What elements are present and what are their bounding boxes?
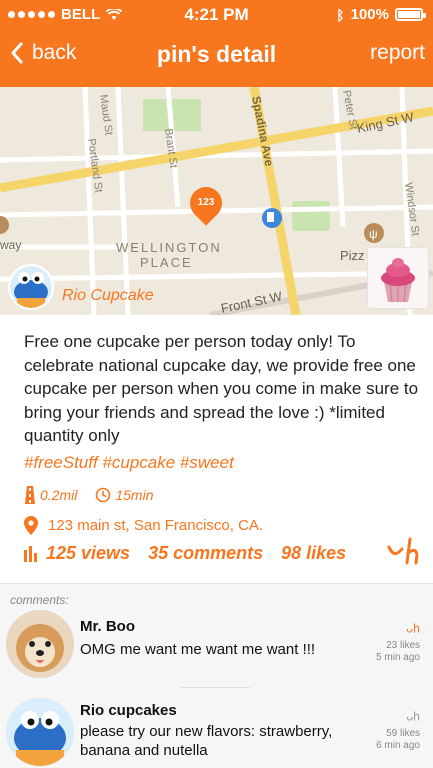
road-icon bbox=[25, 486, 35, 504]
clock-icon bbox=[96, 487, 111, 503]
post-description: Free one cupcake per person today only! … bbox=[24, 332, 419, 445]
street-label: King St W bbox=[356, 109, 416, 136]
comment-likes: 59 likes bbox=[386, 728, 420, 739]
dog-avatar-icon bbox=[6, 610, 74, 678]
address-label: 123 main st, San Francisco, CA. bbox=[48, 517, 264, 534]
stats-row: 125 views 35 comments 98 likes bbox=[24, 537, 424, 565]
cookie-monster-avatar-icon bbox=[6, 698, 74, 766]
comment-like-box[interactable]: ᵕʰ 59 likes 6 min ago bbox=[350, 710, 420, 752]
place-name[interactable]: Rio Cupcake bbox=[62, 287, 154, 305]
comment-item[interactable]: Rio cupcakes please try our new flavors:… bbox=[0, 698, 433, 768]
comment-author[interactable]: Rio cupcakes bbox=[80, 702, 177, 719]
comment-item[interactable]: Mr. Boo OMG me want me want me want !!! … bbox=[0, 610, 433, 690]
views-count: 125 views bbox=[46, 543, 131, 563]
comment-time: 5 min ago bbox=[376, 652, 420, 663]
status-bar: BELL 4:21 PM ᛒ 100% bbox=[0, 0, 433, 28]
like-button-icon[interactable] bbox=[386, 537, 424, 565]
pin-number: 123 bbox=[197, 197, 215, 208]
poi-label: Pizz bbox=[340, 248, 365, 263]
area-label: PLACE bbox=[140, 255, 193, 270]
comment-likes: 23 likes bbox=[386, 640, 420, 651]
cookie-monster-avatar-icon bbox=[10, 266, 52, 308]
battery-label: 100% bbox=[350, 6, 389, 23]
comment-text: OMG me want me want me want !!! bbox=[80, 641, 316, 658]
area-label: WELLINGTON bbox=[116, 240, 222, 255]
nav-bar: back pin's detail report bbox=[0, 33, 433, 79]
street-label: Maud St bbox=[97, 94, 115, 136]
address-row[interactable]: 123 main st, San Francisco, CA. bbox=[24, 516, 263, 535]
avatar[interactable] bbox=[6, 698, 74, 766]
post-meta: 0.2mil 15min bbox=[24, 486, 154, 504]
comment-divider bbox=[180, 687, 250, 688]
time-label: 15min bbox=[115, 487, 154, 503]
restaurant-icon bbox=[364, 223, 384, 243]
distance-label: 0.2mil bbox=[40, 487, 78, 503]
gas-station-icon bbox=[262, 208, 282, 228]
comments-label: comments: bbox=[10, 593, 69, 607]
app-header: BELL 4:21 PM ᛒ 100% back pin's detail re… bbox=[0, 0, 433, 87]
street-label: Front St W bbox=[220, 288, 285, 315]
comments-section: comments: Mr. Boo OMG me want me want me… bbox=[0, 583, 433, 768]
likes-count: 98 likes bbox=[281, 543, 347, 563]
place-avatar[interactable] bbox=[8, 264, 54, 310]
battery-icon bbox=[395, 8, 426, 21]
cupcake-image-icon bbox=[368, 248, 428, 308]
page-title: pin's detail bbox=[156, 41, 277, 67]
report-button[interactable]: report bbox=[370, 41, 425, 65]
cupcake-thumbnail[interactable] bbox=[367, 247, 429, 309]
bar-chart-icon bbox=[24, 545, 37, 562]
like-icon[interactable]: ᵕʰ bbox=[350, 710, 420, 728]
side-street-label: way bbox=[0, 238, 21, 252]
comment-author[interactable]: Mr. Boo bbox=[80, 618, 135, 635]
avatar[interactable] bbox=[6, 610, 74, 678]
post-tags[interactable]: #freeStuff #cupcake #sweet bbox=[24, 453, 234, 473]
bluetooth-icon: ᛒ bbox=[336, 6, 345, 23]
comment-text: please try our new flavors: strawberry, … bbox=[80, 723, 333, 759]
comment-time: 6 min ago bbox=[376, 740, 420, 751]
comment-like-box[interactable]: ᵕʰ 23 likes 5 min ago bbox=[350, 622, 420, 664]
like-icon[interactable]: ᵕʰ bbox=[350, 622, 420, 640]
location-pin-icon bbox=[24, 516, 38, 535]
comments-count[interactable]: 35 comments bbox=[148, 543, 263, 564]
